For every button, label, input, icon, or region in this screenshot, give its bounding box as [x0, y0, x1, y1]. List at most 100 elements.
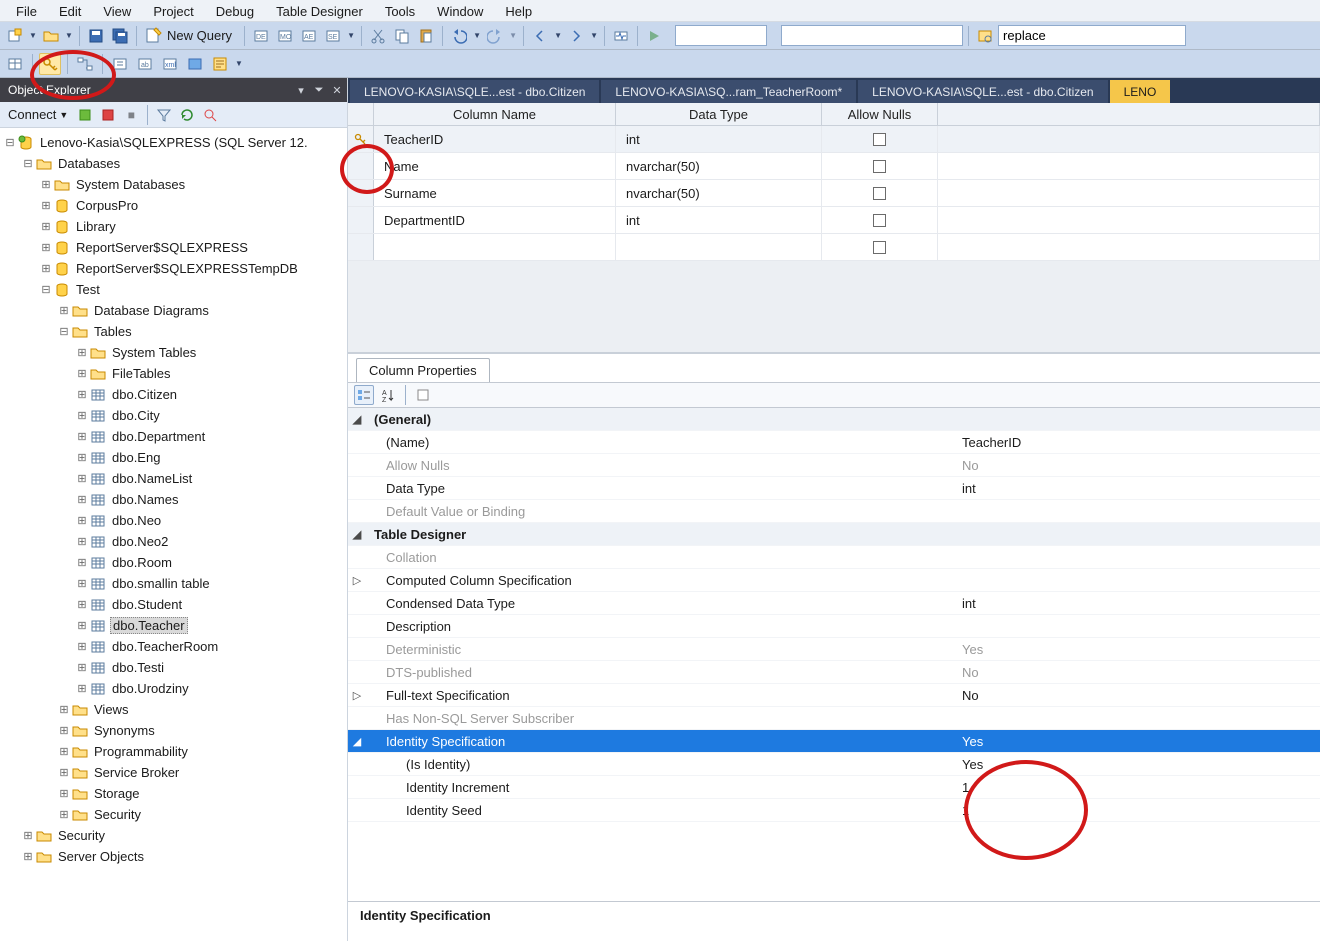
- dropdown-icon[interactable]: ▼: [508, 25, 518, 47]
- tree-node-security[interactable]: ⊞Security: [0, 804, 347, 825]
- primary-key-icon[interactable]: [39, 53, 61, 75]
- disconnect-icon[interactable]: [98, 105, 118, 125]
- db-se-icon[interactable]: SE: [322, 25, 344, 47]
- pin-icon[interactable]: ⏷: [311, 84, 327, 97]
- tree-node-security2[interactable]: ⊞Security: [0, 825, 347, 846]
- nav-back-icon[interactable]: [529, 25, 551, 47]
- menu-help[interactable]: Help: [495, 2, 542, 19]
- refresh-icon[interactable]: [177, 105, 197, 125]
- menu-table-designer[interactable]: Table Designer: [266, 2, 373, 19]
- table-icon[interactable]: [4, 53, 26, 75]
- tree-node-t_eng[interactable]: ⊞dbo.Eng: [0, 447, 347, 468]
- property-row[interactable]: ◢Table Designer: [348, 523, 1320, 546]
- menu-debug[interactable]: Debug: [206, 2, 264, 19]
- doc-tab[interactable]: LENOVO-KASIA\SQ...ram_TeacherRoom*: [601, 80, 856, 103]
- redo-icon[interactable]: [484, 25, 506, 47]
- db-de-icon[interactable]: DE: [250, 25, 272, 47]
- tree-node-t_teacher[interactable]: ⊞dbo.Teacher: [0, 615, 347, 636]
- cell-column-name[interactable]: TeacherID: [374, 126, 616, 152]
- tree-node-t_names[interactable]: ⊞dbo.Names: [0, 489, 347, 510]
- property-row[interactable]: Allow NullsNo: [348, 454, 1320, 477]
- menu-project[interactable]: Project: [143, 2, 203, 19]
- property-row[interactable]: ◢(General): [348, 408, 1320, 431]
- cell-allow-nulls[interactable]: [822, 126, 938, 152]
- checkbox[interactable]: [873, 187, 886, 200]
- property-row[interactable]: Identity Seed1: [348, 799, 1320, 822]
- indexes-icon[interactable]: [109, 53, 131, 75]
- property-row[interactable]: Collation: [348, 546, 1320, 569]
- search-input[interactable]: [998, 25, 1186, 46]
- stop-icon[interactable]: ■: [121, 105, 141, 125]
- table-designer-grid[interactable]: Column Name Data Type Allow Nulls Teache…: [348, 103, 1320, 353]
- cell-allow-nulls[interactable]: [822, 180, 938, 206]
- tree-node-sysdb[interactable]: ⊞System Databases: [0, 174, 347, 195]
- tree-node-t_testi[interactable]: ⊞dbo.Testi: [0, 657, 347, 678]
- database-combo[interactable]: [781, 25, 963, 46]
- menu-edit[interactable]: Edit: [49, 2, 91, 19]
- nav-fwd-icon[interactable]: [565, 25, 587, 47]
- cell-allow-nulls[interactable]: [822, 153, 938, 179]
- property-row[interactable]: ◢Identity SpecificationYes: [348, 730, 1320, 753]
- checkbox[interactable]: [873, 160, 886, 173]
- tree-node-t_dept[interactable]: ⊞dbo.Department: [0, 426, 347, 447]
- property-row[interactable]: Description: [348, 615, 1320, 638]
- categorized-icon[interactable]: [354, 385, 374, 405]
- dropdown-icon[interactable]: ▼: [346, 25, 356, 47]
- undo-icon[interactable]: [448, 25, 470, 47]
- tree-node-storage[interactable]: ⊞Storage: [0, 783, 347, 804]
- cell-column-name[interactable]: Surname: [374, 180, 616, 206]
- connect-server-icon[interactable]: [75, 105, 95, 125]
- property-row[interactable]: Has Non-SQL Server Subscriber: [348, 707, 1320, 730]
- property-row[interactable]: (Is Identity)Yes: [348, 753, 1320, 776]
- grid-row[interactable]: Name nvarchar(50): [348, 153, 1320, 180]
- tree-node-t_citizen[interactable]: ⊞dbo.Citizen: [0, 384, 347, 405]
- search-tree-icon[interactable]: [200, 105, 220, 125]
- col-header-name[interactable]: Column Name: [374, 103, 616, 125]
- tree-node-test[interactable]: ⊟Test: [0, 279, 347, 300]
- property-row[interactable]: ▷Full-text SpecificationNo: [348, 684, 1320, 707]
- object-explorer-tree[interactable]: ⊟Lenovo-Kasia\SQLEXPRESS (SQL Server 12.…: [0, 128, 347, 941]
- cell-column-name[interactable]: Name: [374, 153, 616, 179]
- window-options-icon[interactable]: ▾: [293, 84, 309, 97]
- menu-file[interactable]: File: [6, 2, 47, 19]
- tree-node-rs2[interactable]: ⊞ReportServer$SQLEXPRESSTempDB: [0, 258, 347, 279]
- doc-tab[interactable]: LENOVO-KASIA\SQLE...est - dbo.Citizen: [350, 80, 599, 103]
- save-icon[interactable]: [85, 25, 107, 47]
- cell-data-type[interactable]: nvarchar(50): [616, 180, 822, 206]
- spatial-icon[interactable]: [184, 53, 206, 75]
- tree-node-filetables[interactable]: ⊞FileTables: [0, 363, 347, 384]
- tree-node-databases[interactable]: ⊟Databases: [0, 153, 347, 174]
- checkbox[interactable]: [873, 241, 886, 254]
- doc-tab[interactable]: LENOVO-KASIA\SQLE...est - dbo.Citizen: [858, 80, 1107, 103]
- paste-icon[interactable]: [415, 25, 437, 47]
- tree-node-t_city[interactable]: ⊞dbo.City: [0, 405, 347, 426]
- grid-row[interactable]: DepartmentID int: [348, 207, 1320, 234]
- activity-icon[interactable]: [610, 25, 632, 47]
- close-icon[interactable]: ✕: [329, 84, 345, 97]
- property-row[interactable]: Default Value or Binding: [348, 500, 1320, 523]
- cell-allow-nulls[interactable]: [822, 207, 938, 233]
- doc-tab-active[interactable]: LENO: [1110, 80, 1171, 103]
- checkbox[interactable]: [873, 133, 886, 146]
- tree-node-library[interactable]: ⊞Library: [0, 216, 347, 237]
- dropdown-icon[interactable]: ▼: [64, 25, 74, 47]
- play-icon[interactable]: [643, 25, 665, 47]
- tree-node-t_teacherroom[interactable]: ⊞dbo.TeacherRoom: [0, 636, 347, 657]
- menu-tools[interactable]: Tools: [375, 2, 425, 19]
- tree-node-t_urodziny[interactable]: ⊞dbo.Urodziny: [0, 678, 347, 699]
- check-icon[interactable]: ab: [134, 53, 156, 75]
- alphabetical-icon[interactable]: AZ: [378, 385, 398, 405]
- db-mo-icon[interactable]: MO: [274, 25, 296, 47]
- cell-data-type[interactable]: nvarchar(50): [616, 153, 822, 179]
- tree-node-rs1[interactable]: ⊞ReportServer$SQLEXPRESS: [0, 237, 347, 258]
- cut-icon[interactable]: [367, 25, 389, 47]
- tree-node-diag[interactable]: ⊞Database Diagrams: [0, 300, 347, 321]
- new-query-button[interactable]: New Query: [142, 25, 239, 47]
- property-row[interactable]: Data Typeint: [348, 477, 1320, 500]
- tree-node-serverobj[interactable]: ⊞Server Objects: [0, 846, 347, 867]
- dropdown-icon[interactable]: ▼: [28, 25, 38, 47]
- cell-column-name[interactable]: DepartmentID: [374, 207, 616, 233]
- property-row[interactable]: (Name)TeacherID: [348, 431, 1320, 454]
- checkbox[interactable]: [873, 214, 886, 227]
- dropdown-icon[interactable]: ▼: [589, 25, 599, 47]
